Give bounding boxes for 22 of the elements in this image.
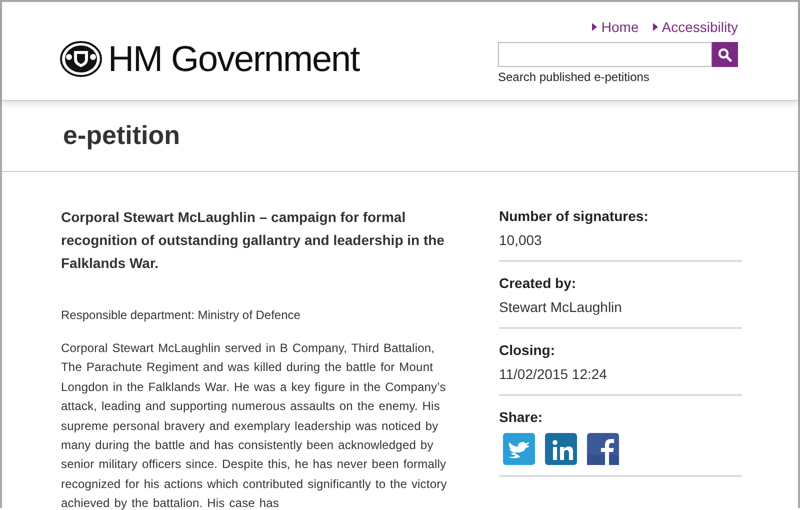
fact-label: Number of signatures:	[499, 207, 650, 226]
petition-title: Corporal Stewart McLaughlin – campaign for formal recognition of outstanding gallantry and leadership in the Falklands War.	[61, 208, 446, 273]
search-caption: Search published e-petitions	[498, 70, 650, 84]
logo-text: HM Government	[108, 38, 360, 78]
fact-value: 11/02/2015 12:24	[499, 365, 608, 384]
fact-label: Closing:	[499, 341, 556, 360]
linkedin-icon[interactable]	[545, 433, 577, 465]
crest-icon	[60, 40, 102, 76]
page-title: e-petition	[63, 120, 180, 151]
nav-link[interactable]: Home	[592, 19, 639, 35]
fact-value: Stewart McLaughlin	[499, 298, 623, 317]
department-text: Responsible department: Ministry of Defence	[61, 308, 302, 322]
share-label: Share:	[499, 408, 544, 427]
fact-label: Created by:	[499, 274, 578, 293]
petition-description: Corporal Stewart McLaughlin served in B Company, Third Battalion, The Parachute Regiment and was killed during the battle for Mount Longdon in the Falklands War. He was a key figure in the Company’s attack, leading and supporting numerous assaults on the enemy. His supreme personal bravery and exemplary leadership was noticed by many during the battle and has consistently been acknowledged by senior military officers since. Despite this, he has never been formally recognized for his actions which contributed significantly to the victory achieved by the battalion. His case has	[61, 340, 448, 510]
facebook-icon[interactable]	[587, 433, 619, 465]
search-icon	[718, 48, 732, 62]
bird-icon[interactable]	[503, 433, 535, 465]
search-button[interactable]	[712, 42, 738, 67]
fact-value: 10,003	[499, 231, 543, 250]
nav-link[interactable]: Accessibility	[652, 19, 738, 35]
search-field[interactable]	[498, 42, 712, 67]
